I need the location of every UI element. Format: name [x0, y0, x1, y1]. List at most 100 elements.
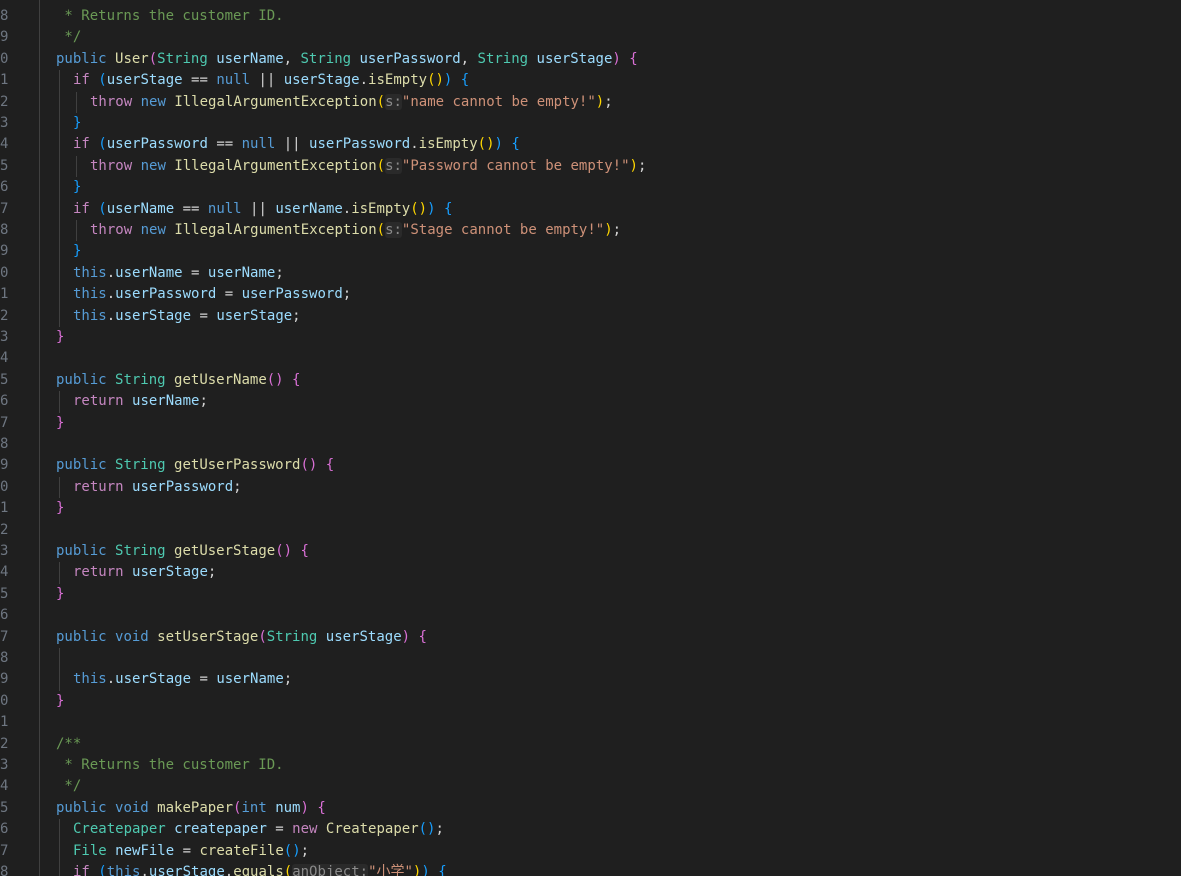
code-token: }: [56, 414, 65, 431]
code-token: .: [106, 264, 116, 281]
code-line[interactable]: 0 public User(String userName, String use…: [0, 49, 1181, 70]
code-text: this.userStage = userStage;: [73, 306, 301, 327]
line-number: 3: [0, 115, 9, 131]
code-token: String: [300, 50, 352, 67]
code-line[interactable]: 7 File newFile = createFile();: [0, 841, 1181, 862]
code-line[interactable]: 5 throw new IllegalArgumentException(s:"P…: [0, 156, 1181, 177]
code-token: ;: [275, 264, 284, 281]
code-line[interactable]: 3 * Returns the customer ID.: [0, 755, 1181, 776]
indent-guide: [59, 391, 60, 413]
code-token: userStage: [536, 50, 613, 67]
code-token: =: [191, 307, 217, 324]
code-token: (: [376, 93, 386, 110]
code-token: public: [56, 543, 107, 559]
code-line[interactable]: 6}: [0, 177, 1181, 198]
code-token: null: [241, 136, 276, 153]
code-token: ==: [182, 72, 217, 89]
code-line[interactable]: 5}: [0, 584, 1181, 605]
code-token: this: [73, 671, 107, 688]
code-line[interactable]: 7 if (userName == null || userName.isEmpt…: [0, 199, 1181, 220]
code-text: throw new IllegalArgumentException(s:"Pa…: [90, 156, 646, 177]
line-number: 0: [0, 50, 9, 67]
parameter-hint: s:: [385, 222, 402, 238]
code-line[interactable]: 9}: [0, 241, 1181, 262]
code-line[interactable]: 2: [0, 520, 1181, 541]
code-text: * Returns the customer ID.: [56, 755, 283, 776]
code-line[interactable]: 9 public String getUserPassword() {: [0, 455, 1181, 476]
code-token: null: [207, 200, 242, 217]
code-line[interactable]: 4: [0, 348, 1181, 369]
code-token: String: [115, 543, 166, 559]
code-token: ,: [283, 50, 301, 67]
line-number: 6: [0, 393, 9, 410]
code-token: (: [98, 200, 107, 217]
code-line[interactable]: 8 * Returns the customer ID.: [0, 6, 1181, 27]
code-line[interactable]: 1 if (userStage == null || userStage.isEm…: [0, 70, 1181, 91]
code-token: {: [325, 457, 335, 474]
code-line[interactable]: 5 public void makePaper(int num) {: [0, 798, 1181, 819]
code-line[interactable]: 7}: [0, 413, 1181, 434]
code-line[interactable]: 8: [0, 648, 1181, 669]
code-line[interactable]: 4 if (userPassword == null || userPasswor…: [0, 134, 1181, 155]
code-line[interactable]: 6 return userName;: [0, 391, 1181, 412]
code-editor[interactable]: 8 * Returns the customer ID. 9 */0 public …: [0, 0, 1181, 876]
code-line[interactable]: 0 this.userName = userName;: [0, 263, 1181, 284]
code-line[interactable]: 8: [0, 434, 1181, 455]
code-token: {: [511, 136, 520, 153]
code-token: isEmpty: [351, 200, 411, 217]
code-token: isEmpty: [368, 72, 428, 89]
line-number: 7: [0, 414, 9, 431]
code-token: new: [140, 93, 166, 110]
code-line[interactable]: 6: [0, 605, 1181, 626]
code-token: "name cannot be empty!": [401, 93, 596, 110]
indent-guide: [59, 562, 60, 584]
code-line[interactable]: 9 */: [0, 27, 1181, 48]
code-line[interactable]: 5 public String getUserName() {: [0, 370, 1181, 391]
code-token: ==: [174, 200, 208, 217]
code-line[interactable]: 1: [0, 712, 1181, 733]
code-line[interactable]: 8 throw new IllegalArgumentException(s:"S…: [0, 220, 1181, 241]
code-token: .: [342, 200, 352, 217]
line-number: 1: [0, 500, 9, 517]
code-line[interactable]: 7 public void setUserStage(String userSta…: [0, 627, 1181, 648]
code-line[interactable]: 2 throw new IllegalArgumentException(s:"n…: [0, 92, 1181, 113]
code-token: public: [56, 371, 107, 388]
code-line[interactable]: 9 this.userStage = userName;: [0, 669, 1181, 690]
code-line[interactable]: 6 Createpaper createpaper = new Createpap…: [0, 819, 1181, 840]
code-token: new: [292, 821, 318, 838]
code-token: this: [73, 264, 107, 281]
code-line[interactable]: 2 /**: [0, 734, 1181, 755]
code-line[interactable]: 0}: [0, 691, 1181, 712]
code-line[interactable]: 3}: [0, 327, 1181, 348]
code-line[interactable]: 1 this.userPassword = userPassword;: [0, 284, 1181, 305]
code-token: ): [494, 136, 503, 153]
code-line[interactable]: 3}: [0, 113, 1181, 134]
code-line[interactable]: 0 return userPassword;: [0, 477, 1181, 498]
code-token: File: [73, 842, 107, 859]
code-token: userStage: [283, 72, 360, 89]
code-line[interactable]: 8 if (this.userStage.equals(anObject:"小学"…: [0, 862, 1181, 876]
indent-guide: [59, 840, 60, 862]
code-text: if (userName == null || userName.isEmpty…: [73, 199, 452, 220]
code-token: {: [443, 200, 453, 217]
code-line[interactable]: 1}: [0, 498, 1181, 519]
indent-guide: [59, 177, 60, 199]
line-number: 5: [0, 371, 9, 388]
line-number: 4: [0, 564, 9, 581]
code-line[interactable]: 3 public String getUserStage() {: [0, 541, 1181, 562]
indent-guide: [59, 819, 60, 841]
code-token: {: [300, 543, 309, 559]
code-token: =: [216, 286, 242, 303]
code-token: (: [376, 157, 386, 174]
line-number: 3: [0, 757, 9, 773]
code-token: void: [115, 799, 149, 816]
code-line[interactable]: 2 this.userStage = userStage;: [0, 306, 1181, 327]
code-line[interactable]: 4 return userStage;: [0, 562, 1181, 583]
code-line[interactable]: 4 */: [0, 776, 1181, 797]
